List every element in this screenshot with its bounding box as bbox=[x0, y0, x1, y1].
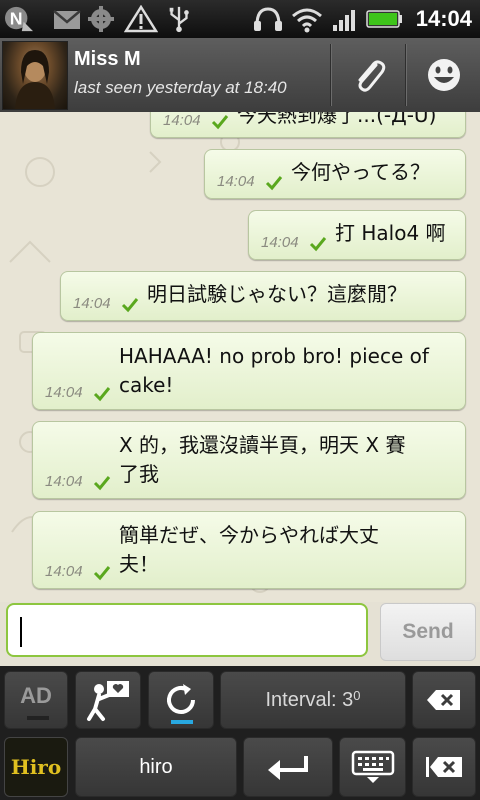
message-text: X 的，我還沒讀半頁，明天 X 賽 了我 bbox=[119, 433, 406, 486]
delivered-check-icon bbox=[93, 476, 111, 491]
delivered-check-icon bbox=[93, 387, 111, 402]
message-text: HAHAAA! no prob bro! piece of cake! bbox=[119, 344, 429, 397]
message-time: 14:04 bbox=[45, 473, 83, 490]
hiro-candidate-key[interactable]: hiro bbox=[75, 737, 237, 797]
person-sign-key[interactable] bbox=[75, 671, 141, 729]
contact-name[interactable]: Miss M bbox=[74, 48, 141, 71]
message-time: 14:04 bbox=[163, 112, 201, 129]
message-time: 14:04 bbox=[45, 563, 83, 580]
interval-key[interactable]: Interval: 30 bbox=[220, 671, 406, 729]
message-text: 今天熱到爆了...(-Д-U) bbox=[237, 112, 437, 127]
message-time: 14:04 bbox=[73, 295, 111, 312]
warning-icon bbox=[124, 5, 158, 33]
send-button[interactable]: Send bbox=[380, 603, 476, 661]
interval-superscript: 0 bbox=[353, 687, 361, 703]
hiro-candidate-label: hiro bbox=[139, 755, 173, 778]
delivered-check-icon bbox=[309, 237, 327, 252]
wifi-icon bbox=[292, 8, 322, 33]
refresh-icon bbox=[167, 684, 195, 714]
attach-button[interactable] bbox=[333, 38, 405, 112]
text-caret bbox=[20, 617, 22, 647]
keyboard-hide-key[interactable] bbox=[339, 737, 406, 797]
keyboard-icon bbox=[351, 750, 394, 783]
delete-word-icon bbox=[426, 757, 462, 777]
message-bubble[interactable]: 14:04 明日試験じゃない？這麼閒？ bbox=[60, 271, 466, 321]
delivered-check-icon bbox=[93, 566, 111, 581]
message-text: 打 Halo4 啊 bbox=[335, 221, 446, 245]
delivered-check-icon bbox=[265, 176, 283, 191]
header-divider-2 bbox=[405, 44, 407, 106]
ad-indicator bbox=[27, 716, 49, 720]
svg-text:N: N bbox=[10, 9, 23, 29]
header-divider bbox=[330, 44, 332, 106]
status-bar: N 14:04 bbox=[0, 0, 480, 38]
ad-icon: AD bbox=[20, 683, 52, 708]
contact-avatar[interactable] bbox=[2, 41, 68, 110]
refresh-key[interactable] bbox=[148, 671, 214, 729]
message-list[interactable]: 14:04 今天熱到爆了...(-Д-U) 14:04 今何やってる？ 14:04 打 H… bbox=[0, 112, 480, 602]
smiley-icon bbox=[428, 59, 460, 91]
message-text: 今何やってる？ bbox=[291, 160, 430, 184]
status-time: 14:04 bbox=[415, 6, 472, 31]
delivered-check-icon bbox=[211, 115, 229, 130]
message-bubble[interactable]: 14:04 簡単だぜ、今からやれば大丈 夫！ bbox=[32, 511, 466, 589]
headset-icon bbox=[254, 7, 282, 31]
signal-icon bbox=[333, 10, 355, 31]
backspace-icon bbox=[427, 690, 460, 710]
chat-header: Miss M last seen yesterday at 18:40 bbox=[0, 38, 480, 113]
ad-key[interactable]: AD bbox=[4, 671, 68, 729]
backspace-key[interactable] bbox=[412, 671, 476, 729]
usb-icon bbox=[169, 6, 189, 33]
message-time: 14:04 bbox=[45, 384, 83, 401]
delivered-check-icon bbox=[121, 298, 139, 313]
notification-n-icon: N bbox=[5, 6, 33, 32]
interval-label: Interval: 3 bbox=[265, 688, 354, 711]
battery-icon bbox=[366, 10, 402, 28]
message-bubble[interactable]: 14:04 今何やってる？ bbox=[204, 149, 466, 199]
keyboard: AD Interval: 30 Hiro hiro bbox=[0, 666, 480, 800]
gmail-icon bbox=[53, 10, 81, 29]
message-bubble[interactable]: 14:04 今天熱到爆了...(-Д-U) bbox=[150, 112, 466, 138]
emoji-button[interactable] bbox=[408, 38, 480, 112]
enter-icon bbox=[268, 756, 308, 780]
usb-debug-icon bbox=[88, 6, 114, 32]
composer-bar: Send bbox=[0, 602, 480, 666]
hiro-logo-key[interactable]: Hiro bbox=[4, 737, 68, 797]
message-bubble[interactable]: 14:04 打 Halo4 啊 bbox=[248, 210, 466, 260]
message-text: 明日試験じゃない？這麼閒？ bbox=[147, 282, 407, 306]
message-bubble[interactable]: 14:04 X 的，我還沒讀半頁，明天 X 賽 了我 bbox=[32, 421, 466, 499]
message-time: 14:04 bbox=[217, 173, 255, 190]
last-seen-status: last seen yesterday at 18:40 bbox=[74, 78, 287, 97]
attach-icon bbox=[358, 60, 386, 92]
avatar-portrait bbox=[15, 50, 55, 109]
person-sign-icon bbox=[87, 681, 129, 721]
message-bubble[interactable]: 14:04 HAHAAA! no prob bro! piece of cake! bbox=[32, 332, 466, 410]
message-input[interactable] bbox=[6, 603, 368, 657]
hiro-logo: Hiro bbox=[10, 755, 62, 779]
message-time: 14:04 bbox=[261, 234, 299, 251]
refresh-indicator bbox=[171, 720, 193, 724]
enter-key[interactable] bbox=[243, 737, 333, 797]
message-text: 簡単だぜ、今からやれば大丈 夫！ bbox=[119, 523, 379, 576]
delete-word-key[interactable] bbox=[412, 737, 476, 797]
